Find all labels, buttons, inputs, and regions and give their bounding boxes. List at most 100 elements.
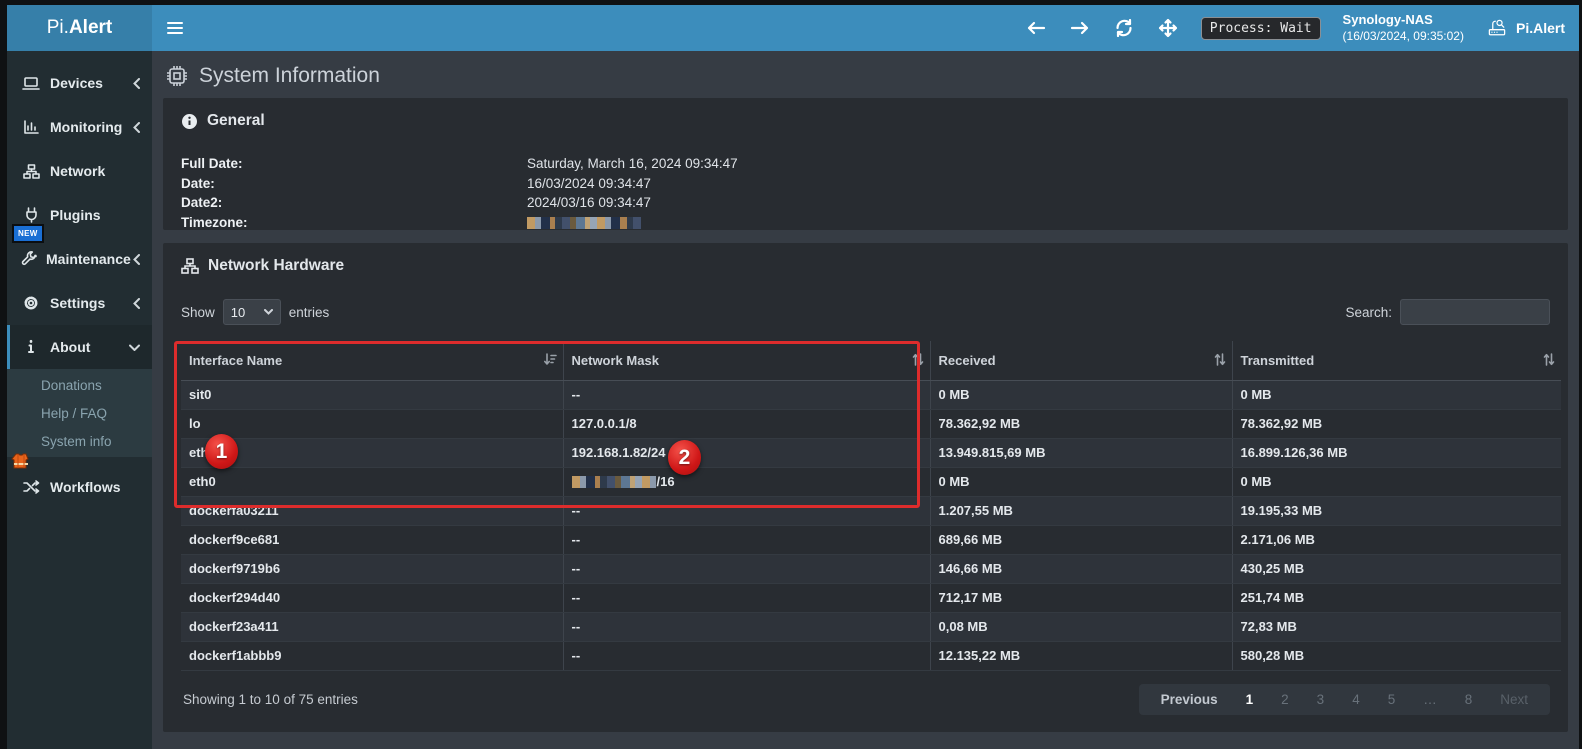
microchip-icon xyxy=(165,64,189,88)
cell-transmitted: 2.171,06 MB xyxy=(1232,526,1561,555)
cell-transmitted: 19.195,33 MB xyxy=(1232,497,1561,526)
entries-summary: Showing 1 to 10 of 75 entries xyxy=(183,692,358,707)
sidebar-item-monitoring[interactable]: Monitoring xyxy=(7,105,152,149)
network-icon xyxy=(21,164,41,179)
cell-interface: dockerf1abbb9 xyxy=(181,642,563,671)
submenu-item-donations[interactable]: Donations xyxy=(7,371,152,399)
page-button-3[interactable]: 3 xyxy=(1303,691,1339,708)
sidebar-item-settings[interactable]: Settings xyxy=(7,281,152,325)
shuffle-icon xyxy=(21,480,41,494)
field-label: Date2: xyxy=(181,193,527,213)
search-input[interactable] xyxy=(1400,299,1550,325)
chevron-down-icon xyxy=(128,344,140,351)
sidebar-item-workflows[interactable]: Workflows xyxy=(7,465,152,509)
wrench-icon xyxy=(21,251,37,267)
table-row: sit0--0 MB0 MB xyxy=(181,381,1561,410)
device-info: Synology-NAS (16/03/2024, 09:35:02) xyxy=(1343,12,1464,44)
app-logo[interactable]: Pi.Alert xyxy=(7,5,152,51)
page-button-5[interactable]: 5 xyxy=(1374,691,1410,708)
sidebar-item-label: Maintenance xyxy=(46,251,131,267)
table-row: dockerf294d40--712,17 MB251,74 MB xyxy=(181,584,1561,613)
menu-toggle-icon[interactable] xyxy=(152,5,198,51)
plug-icon xyxy=(21,207,41,223)
entries-select[interactable]: 10 xyxy=(223,299,281,325)
sidebar-item-devices[interactable]: Devices xyxy=(7,61,152,105)
sidebar: Devices Monitoring Network Plugins NEW M… xyxy=(7,51,152,749)
cell-received: 0 MB xyxy=(930,381,1232,410)
device-name: Synology-NAS xyxy=(1343,12,1464,28)
about-submenu: Donations Help / FAQ System info xyxy=(7,369,152,457)
sidebar-item-label: Plugins xyxy=(50,207,140,223)
cell-transmitted: 0 MB xyxy=(1232,468,1561,497)
redacted-pixels xyxy=(572,476,656,488)
cell-received: 0,08 MB xyxy=(930,613,1232,642)
cell-transmitted: 430,25 MB xyxy=(1232,555,1561,584)
cell-transmitted: 251,74 MB xyxy=(1232,584,1561,613)
cell-received: 689,66 MB xyxy=(930,526,1232,555)
pagination: Previous12345…8Next xyxy=(1139,684,1550,715)
cell-mask: -- xyxy=(563,642,930,671)
network-hardware-title: Network Hardware xyxy=(173,257,1558,275)
cell-transmitted: 72,83 MB xyxy=(1232,613,1561,642)
cell-mask: /16 xyxy=(563,468,930,497)
cell-mask: -- xyxy=(563,381,930,410)
cell-mask: -- xyxy=(563,555,930,584)
page-button-1[interactable]: 1 xyxy=(1232,691,1268,708)
network-hardware-panel: Network Hardware Show 10 entries Search: xyxy=(163,243,1568,732)
sidebar-item-about[interactable]: About xyxy=(7,325,152,369)
table-footer: Showing 1 to 10 of 75 entries Previous12… xyxy=(173,684,1558,715)
sidebar-item-network[interactable]: Network xyxy=(7,149,152,193)
column-header-transmitted[interactable]: Transmitted xyxy=(1232,341,1561,381)
redacted-pixels xyxy=(527,217,641,229)
cell-mask: 127.0.0.1/8 xyxy=(563,410,930,439)
sitemap-icon xyxy=(181,258,199,274)
page-button-2[interactable]: 2 xyxy=(1267,691,1303,708)
sort-both-icon[interactable] xyxy=(1543,353,1555,369)
table-row: dockerfa03211--1.207,55 MB19.195,33 MB xyxy=(181,497,1561,526)
sort-desc-icon[interactable] xyxy=(543,353,557,369)
sidebar-item-label: Settings xyxy=(50,295,128,311)
cell-received: 146,66 MB xyxy=(930,555,1232,584)
forward-arrow-icon[interactable] xyxy=(1069,17,1091,39)
move-icon[interactable] xyxy=(1157,17,1179,39)
table-row: eth1192.168.1.82/2413.949.815,69 MB16.89… xyxy=(181,439,1561,468)
page-button-previous[interactable]: Previous xyxy=(1147,691,1232,708)
cell-transmitted: 78.362,92 MB xyxy=(1232,410,1561,439)
refresh-icon[interactable] xyxy=(1113,17,1135,39)
field-label: Timezone: xyxy=(181,213,527,233)
field-label: Date: xyxy=(181,174,527,194)
sort-both-icon[interactable] xyxy=(1214,353,1226,369)
column-header-network-mask[interactable]: Network Mask xyxy=(563,341,930,381)
page-button-…[interactable]: … xyxy=(1409,691,1451,708)
process-status-badge: Process: Wait xyxy=(1201,17,1321,40)
column-header-received[interactable]: Received xyxy=(930,341,1232,381)
cell-interface: eth1 xyxy=(181,439,563,468)
table-row: eth0/160 MB0 MB xyxy=(181,468,1561,497)
column-header-interface-name[interactable]: Interface Name xyxy=(181,341,563,381)
general-panel: General Full Date:Saturday, March 16, 20… xyxy=(163,98,1568,230)
cell-mask: -- xyxy=(563,613,930,642)
sort-both-icon[interactable] xyxy=(912,353,924,369)
chevron-left-icon xyxy=(128,122,140,133)
table-header-row: Interface Name Network Mask Received Tra… xyxy=(181,341,1561,381)
page-title: System Information xyxy=(199,64,380,88)
page-button-4[interactable]: 4 xyxy=(1338,691,1374,708)
router-icon xyxy=(1486,17,1508,39)
cell-received: 78.362,92 MB xyxy=(930,410,1232,439)
cell-received: 13.949.815,69 MB xyxy=(930,439,1232,468)
cell-received: 0 MB xyxy=(930,468,1232,497)
back-arrow-icon[interactable] xyxy=(1025,17,1047,39)
cell-mask: 192.168.1.82/24 xyxy=(563,439,930,468)
page-button-8[interactable]: 8 xyxy=(1451,691,1487,708)
sidebar-item-label: Workflows xyxy=(50,479,140,495)
table-row: dockerf9ce681--689,66 MB2.171,06 MB xyxy=(181,526,1561,555)
cell-received: 1.207,55 MB xyxy=(930,497,1232,526)
table-row: lo127.0.0.1/878.362,92 MB78.362,92 MB xyxy=(181,410,1561,439)
chevron-down-icon xyxy=(264,309,273,315)
submenu-item-help-faq[interactable]: Help / FAQ xyxy=(7,399,152,427)
table-row: dockerf1abbb9--12.135,22 MB580,28 MB xyxy=(181,642,1561,671)
info-icon xyxy=(21,339,41,355)
info-circle-icon xyxy=(181,113,198,130)
sidebar-item-maintenance[interactable]: NEW Maintenance xyxy=(7,237,152,281)
chevron-left-icon xyxy=(131,254,140,265)
